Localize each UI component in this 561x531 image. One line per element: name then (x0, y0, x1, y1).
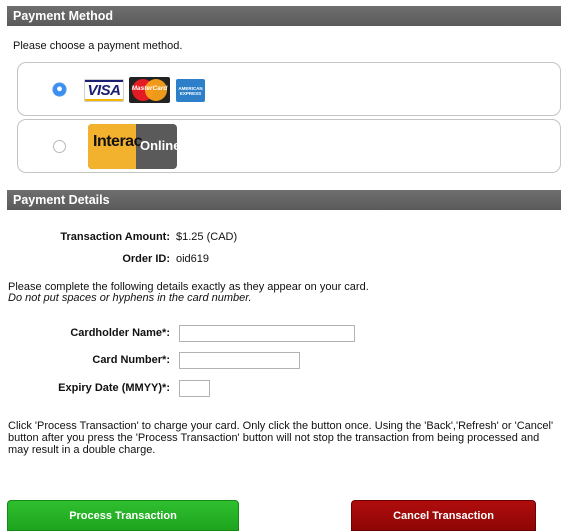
details-instruction-note: Do not put spaces or hyphens in the card… (8, 292, 252, 304)
payment-method-header: Payment Method (7, 6, 561, 26)
payment-method-instruction: Please choose a payment method. (13, 40, 183, 52)
visa-logo: VISA (84, 79, 124, 102)
card-number-input[interactable] (179, 352, 300, 369)
interac-online-logo: Interac Online (88, 124, 177, 169)
transaction-amount-label: Transaction Amount: (60, 231, 170, 243)
payment-details-header: Payment Details (7, 190, 561, 210)
payment-option-interac[interactable]: Interac Online (17, 119, 561, 173)
process-transaction-button[interactable]: Process Transaction (7, 500, 239, 531)
expiry-date-input[interactable] (179, 380, 210, 397)
order-id-label: Order ID: (122, 253, 170, 265)
interac-radio[interactable] (53, 140, 66, 153)
transaction-amount-value: $1.25 (CAD) (176, 231, 238, 243)
credit-card-radio[interactable] (53, 83, 66, 96)
cardholder-name-input[interactable] (179, 325, 355, 342)
expiry-date-label: Expiry Date (MMYY)*: (58, 382, 170, 394)
payment-option-credit-card[interactable]: VISA MasterCard AMERICAN EXPRESS (17, 62, 561, 116)
cardholder-name-label: Cardholder Name*: (70, 327, 170, 339)
cancel-transaction-button[interactable]: Cancel Transaction (351, 500, 536, 531)
order-id-value: oid619 (176, 253, 210, 265)
amex-logo: AMERICAN EXPRESS (176, 79, 205, 102)
transaction-warning: Click 'Process Transaction' to charge yo… (8, 420, 554, 456)
mastercard-logo: MasterCard (129, 77, 170, 103)
card-number-label: Card Number*: (92, 354, 170, 366)
